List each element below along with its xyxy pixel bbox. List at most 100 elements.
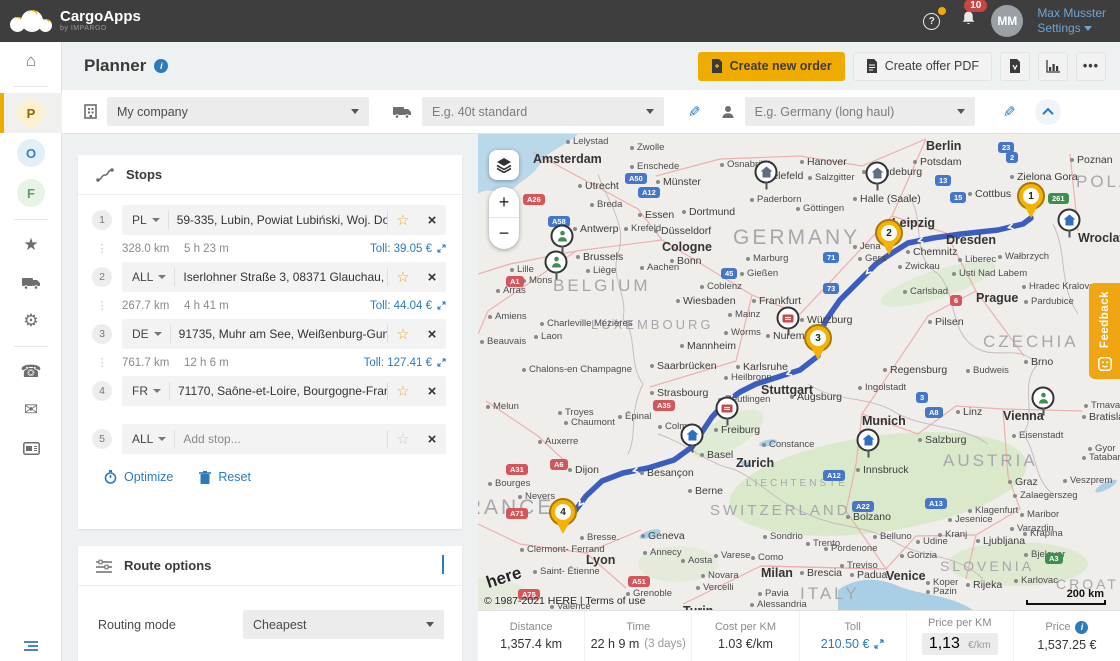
country-select[interactable]: DE [122,327,170,341]
map-layers-button[interactable] [489,150,519,180]
city-label: Graz [1008,476,1038,488]
sidebar-item-fleet-app[interactable]: F [0,173,62,213]
drag-handle[interactable]: ⋮ [92,299,112,312]
export-pdf-button[interactable] [1000,52,1030,81]
city-label: Bolzano [846,511,891,523]
feedback-tab[interactable]: Feedback [1089,283,1120,379]
collapse-route-options-button[interactable] [442,557,444,575]
user-name: Max Musster [1037,6,1106,21]
help-button[interactable]: ? [923,13,940,30]
collapse-sidebar-icon[interactable] [23,639,39,653]
sidebar-item-settings[interactable]: ⚙ [0,302,62,340]
reset-button[interactable]: Reset [199,470,251,484]
more-options-button[interactable]: ••• [1076,52,1106,81]
company-select[interactable]: My company [107,97,369,126]
help-notification-dot [938,7,946,15]
city-label: Krapina [1023,528,1063,539]
smiley-icon [1098,357,1112,371]
remove-stop-icon[interactable]: × [418,431,446,448]
sidebar-item-favorites[interactable]: ★ [0,226,62,264]
country-select[interactable]: ALL [122,270,174,284]
city-dot [540,322,544,326]
stop-address-input[interactable]: Iserlohner Straße 3, 08371 Glauchau, Ge [175,270,387,284]
country-select[interactable]: ALL [122,432,174,446]
map-canvas[interactable]: + − Feedback 200 km here © 1987-2021 HER… [478,134,1120,610]
stop-pin-4[interactable]: 4 [549,498,577,526]
sidebar-item-tutorials[interactable] [0,429,62,467]
remove-stop-icon[interactable]: × [418,212,446,229]
stop-row-5: 5ALLAdd stop...☆× [92,424,446,454]
optimize-button[interactable]: Optimize [104,470,173,484]
sidebar-divider [14,346,48,347]
routing-mode-select[interactable]: Cheapest [243,610,444,639]
house-poi-marker[interactable] [857,429,880,452]
phone-icon: ☎ [20,362,41,382]
favorite-star-icon[interactable]: ☆ [388,382,418,400]
remove-stop-icon[interactable]: × [418,383,446,400]
stop-address-input[interactable]: 59-335, Lubin, Powiat Lubiński, Woj. Do [169,213,387,227]
house-poi-marker[interactable] [1058,209,1081,232]
country-select[interactable]: FR [122,384,169,398]
chevron-down-icon [957,109,965,114]
road-shield: A3 [1045,553,1063,564]
zoom-out-button[interactable]: − [489,218,519,249]
sidebar-divider [14,219,48,220]
sidebar-item-phone[interactable]: ☎ [0,353,62,391]
favorite-star-icon[interactable]: ☆ [388,325,418,343]
stop-address-input[interactable]: 91735, Muhr am See, Weißenburg-Gunz [171,327,387,341]
stop-pin-3[interactable]: 3 [804,324,832,352]
statistics-button[interactable] [1038,52,1068,81]
zoom-in-button[interactable]: + [489,187,519,218]
stop-address-input[interactable]: 71170, Saône-et-Loire, Bourgogne-Fran [170,384,387,398]
favorite-star-icon[interactable]: ☆ [388,211,418,229]
leg-toll-link[interactable]: Toll: 127.41 € [364,357,446,369]
edit-profile-icon[interactable]: ✎ [1003,103,1016,121]
info-icon[interactable]: i [1075,621,1088,634]
stop-number: 1 [92,210,112,230]
create-new-order-button[interactable]: Create new order [698,52,845,81]
settings-menu[interactable]: Settings [1037,21,1106,36]
info-icon[interactable]: i [154,59,168,73]
sidebar-item-orders-app[interactable]: O [0,133,62,173]
city-dot [790,395,794,399]
stop-pin-1[interactable]: 1 [1017,182,1045,210]
stat-distance: Distance1,357.4 km [478,611,584,661]
remove-stop-icon[interactable]: × [418,269,446,286]
leg-toll-link[interactable]: Toll: 44.04 € [370,300,446,312]
country-select[interactable]: PL [122,213,168,227]
map-attribution[interactable]: © 1987-2021 HERE | Terms of use [484,595,645,607]
house-poi-marker[interactable] [866,162,889,185]
person-poi-marker[interactable] [545,251,568,274]
vehicle-select[interactable]: E.g. 40t standard [422,97,664,126]
app-logo[interactable]: CargoApps by IMPARGO [10,9,141,32]
collapse-filters-button[interactable] [1035,99,1061,125]
remove-stop-icon[interactable]: × [418,326,446,343]
leg-toll-link[interactable]: Toll: 39.05 € [370,243,446,255]
driver-profile-select[interactable]: E.g. Germany (long haul) [745,97,975,126]
sidebar-item-home[interactable]: ⌂ [0,42,62,80]
cargo-poi-marker[interactable] [716,397,739,420]
stop-address-input[interactable]: Add stop... [175,432,387,446]
drag-handle[interactable]: ⋮ [92,356,112,369]
sidebar-item-mail[interactable]: ✉ [0,391,62,429]
sidebar-item-planner-app[interactable]: P [0,93,62,133]
notifications-button[interactable]: 10 [960,10,977,32]
favorite-star-icon[interactable]: ☆ [388,430,418,448]
drag-handle[interactable]: ⋮ [92,242,112,255]
favorite-star-icon[interactable]: ☆ [388,268,418,286]
price-per-km-input[interactable]: 1,13€/km [922,633,998,655]
notification-badge: 10 [964,0,987,12]
edit-vehicle-icon[interactable]: ✎ [688,103,701,121]
stop-pin-2[interactable]: 2 [875,219,903,247]
avatar[interactable]: MM [991,5,1023,37]
city-label: Pavia [758,588,789,599]
person-poi-marker[interactable] [1032,387,1055,410]
house-poi-marker[interactable] [755,161,778,184]
house-poi-marker[interactable] [681,424,704,447]
cargo-poi-marker[interactable] [777,307,800,330]
sidebar-item-trucks[interactable] [0,264,62,302]
toll-details-link[interactable]: 210.50 € [821,637,885,651]
create-offer-pdf-button[interactable]: Create offer PDF [853,52,992,81]
city-dot [1082,456,1086,460]
person-poi-marker[interactable] [551,225,574,248]
